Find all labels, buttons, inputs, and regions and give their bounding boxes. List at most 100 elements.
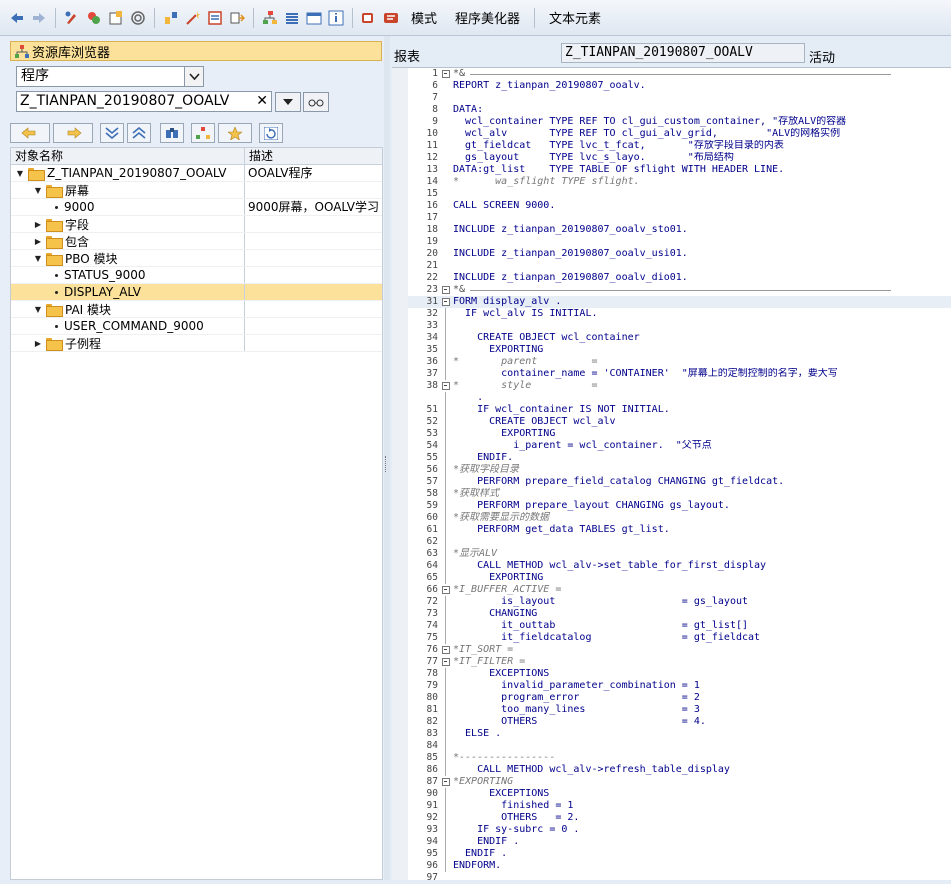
code-line[interactable]: 7 bbox=[408, 92, 951, 104]
other-object-icon[interactable] bbox=[106, 8, 126, 28]
code-line[interactable]: 54 i_parent = wcl_container. "父节点 bbox=[408, 440, 951, 452]
code-line[interactable]: 58 *获取样式 bbox=[408, 488, 951, 500]
code-line[interactable]: 60 *获取需要显示的数据 bbox=[408, 512, 951, 524]
fold-toggle-icon[interactable] bbox=[441, 284, 450, 296]
tree-row[interactable]: STATUS_9000 bbox=[11, 267, 382, 284]
code-line[interactable]: 75 it_fieldcatalog = gt_fieldcat bbox=[408, 632, 951, 644]
code-line[interactable]: 35 EXPORTING bbox=[408, 344, 951, 356]
code-line[interactable]: 36 * parent = bbox=[408, 356, 951, 368]
fold-toggle-icon[interactable] bbox=[441, 656, 450, 668]
fold-toggle-icon[interactable] bbox=[441, 68, 450, 80]
code-line[interactable]: 66 *I_BUFFER_ACTIVE = bbox=[408, 584, 951, 596]
fold-toggle-icon[interactable] bbox=[441, 296, 450, 308]
tree-node-name[interactable]: ▶ 字段 bbox=[11, 216, 245, 232]
tree-node-name[interactable]: ▼ 屏幕 bbox=[11, 182, 245, 198]
code-line[interactable]: 9 wcl_container TYPE REF TO cl_gui_custo… bbox=[408, 116, 951, 128]
triangle-right-icon[interactable]: ▶ bbox=[33, 237, 43, 246]
tree-node-name[interactable]: ▼ PBO 模块 bbox=[11, 250, 245, 266]
code-line[interactable]: 34 CREATE OBJECT wcl_container bbox=[408, 332, 951, 344]
code-line[interactable]: 57 PERFORM prepare_field_catalog CHANGIN… bbox=[408, 476, 951, 488]
tree-node-name[interactable]: USER_COMMAND_9000 bbox=[11, 318, 245, 334]
code-line[interactable]: 33 bbox=[408, 320, 951, 332]
previous-object-button[interactable] bbox=[10, 123, 50, 143]
chevron-down-icon[interactable] bbox=[184, 67, 203, 86]
triangle-right-icon[interactable]: ▶ bbox=[33, 339, 43, 348]
code-line[interactable]: 23 *& bbox=[408, 284, 951, 296]
code-line[interactable]: 64 CALL METHOD wcl_alv->set_table_for_fi… bbox=[408, 560, 951, 572]
code-line[interactable]: 80 program_error = 2 bbox=[408, 692, 951, 704]
code-line[interactable]: 86 CALL METHOD wcl_alv->refresh_table_di… bbox=[408, 764, 951, 776]
code-line[interactable]: 14 * wa_sflight TYPE sflight. bbox=[408, 176, 951, 188]
tree-node-name[interactable]: ▼ PAI 模块 bbox=[11, 301, 245, 317]
tree-row[interactable]: ▼ 屏幕 bbox=[11, 182, 382, 199]
code-line[interactable]: 97 bbox=[408, 872, 951, 884]
tree-node-name[interactable]: ▶ 包含 bbox=[11, 233, 245, 249]
text-elements-button[interactable]: 文本元素 bbox=[540, 8, 610, 27]
code-line[interactable]: 21 bbox=[408, 260, 951, 272]
tree-row[interactable]: ▶ 子例程 bbox=[11, 335, 382, 352]
code-line[interactable]: 87 *EXPORTING bbox=[408, 776, 951, 788]
code-line[interactable]: 22 INCLUDE z_tianpan_20190807_ooalv_dio01… bbox=[408, 272, 951, 284]
code-line[interactable]: 73 CHANGING bbox=[408, 608, 951, 620]
collapse-all-button[interactable] bbox=[127, 123, 151, 143]
tree-node-name[interactable]: DISPLAY_ALV bbox=[11, 284, 245, 300]
pretty-printer-icon[interactable] bbox=[381, 8, 401, 28]
tree-node-name[interactable]: ▼ Z_TIANPAN_20190807_OOALV bbox=[11, 165, 245, 181]
code-line[interactable]: 32 IF wcl_alv IS INITIAL. bbox=[408, 308, 951, 320]
code-line[interactable]: 76 *IT_SORT = bbox=[408, 644, 951, 656]
code-line[interactable]: 74 it_outtab = gt_list[] bbox=[408, 620, 951, 632]
clear-icon[interactable]: ✕ bbox=[256, 92, 268, 111]
object-type-select[interactable]: 程序 bbox=[16, 66, 204, 87]
activate-icon[interactable] bbox=[161, 8, 181, 28]
code-line[interactable]: 95 ENDIF . bbox=[408, 848, 951, 860]
code-line[interactable]: 18 INCLUDE z_tianpan_20190807_ooalv_sto01… bbox=[408, 224, 951, 236]
code-line[interactable]: . bbox=[408, 392, 951, 404]
code-line[interactable]: 31 FORM display_alv . bbox=[408, 296, 951, 308]
tree-row[interactable]: ▶ 包含 bbox=[11, 233, 382, 250]
check-icon[interactable] bbox=[128, 8, 148, 28]
code-line[interactable]: 82 OTHERS = 4. bbox=[408, 716, 951, 728]
tree-row[interactable]: ▼ PBO 模块 bbox=[11, 250, 382, 267]
fold-toggle-icon[interactable] bbox=[441, 584, 450, 596]
code-line[interactable]: 56 *获取字段目录 bbox=[408, 464, 951, 476]
code-line[interactable]: 63 *显示ALV bbox=[408, 548, 951, 560]
code-line[interactable]: 20 INCLUDE z_tianpan_20190807_ooalv_usi01… bbox=[408, 248, 951, 260]
code-line[interactable]: 92 OTHERS = 2. bbox=[408, 812, 951, 824]
fold-toggle-icon[interactable] bbox=[441, 776, 450, 788]
code-line[interactable]: 78 EXCEPTIONS bbox=[408, 668, 951, 680]
stack-icon[interactable] bbox=[282, 8, 302, 28]
insert-pattern-icon[interactable] bbox=[359, 8, 379, 28]
expand-all-button[interactable] bbox=[100, 123, 124, 143]
tree-node-name[interactable]: 9000 bbox=[11, 199, 245, 215]
code-line[interactable]: 72 is_layout = gs_layout bbox=[408, 596, 951, 608]
code-line[interactable]: 59 PERFORM prepare_layout CHANGING gs_la… bbox=[408, 500, 951, 512]
code-line[interactable]: 38 * style = bbox=[408, 380, 951, 392]
code-line[interactable]: 10 wcl_alv TYPE REF TO cl_gui_alv_grid, … bbox=[408, 128, 951, 140]
code-line[interactable]: 6 REPORT z_tianpan_20190807_ooalv. bbox=[408, 80, 951, 92]
tree-row[interactable]: ▶ 字段 bbox=[11, 216, 382, 233]
tree-row[interactable]: 9000 9000屏幕，OOALV学习 bbox=[11, 199, 382, 216]
code-line[interactable]: 15 bbox=[408, 188, 951, 200]
code-line[interactable]: 53 EXPORTING bbox=[408, 428, 951, 440]
code-line[interactable]: 90 EXCEPTIONS bbox=[408, 788, 951, 800]
display-glasses-button[interactable] bbox=[303, 92, 329, 112]
code-line[interactable]: 94 ENDIF . bbox=[408, 836, 951, 848]
fold-toggle-icon[interactable] bbox=[441, 380, 450, 392]
code-line[interactable]: 79 invalid_parameter_combination = 1 bbox=[408, 680, 951, 692]
pattern-button[interactable]: 模式 bbox=[402, 8, 446, 27]
triangle-down-icon[interactable]: ▼ bbox=[33, 305, 43, 314]
code-line[interactable]: 51 IF wcl_container IS NOT INITIAL. bbox=[408, 404, 951, 416]
hierarchy-button[interactable] bbox=[191, 123, 215, 143]
code-line[interactable]: 17 bbox=[408, 212, 951, 224]
triangle-down-icon[interactable]: ▼ bbox=[33, 186, 43, 195]
code-line[interactable]: 1 *& bbox=[408, 68, 951, 80]
code-line[interactable]: 65 EXPORTING bbox=[408, 572, 951, 584]
code-line[interactable]: 77 *IT_FILTER = bbox=[408, 656, 951, 668]
find-button[interactable] bbox=[160, 123, 184, 143]
object-name-field[interactable]: Z_TIANPAN_20190807_OOALV ✕ bbox=[16, 91, 272, 112]
object-name-dropdown-button[interactable] bbox=[275, 92, 301, 112]
column-header-description[interactable]: 描述 bbox=[245, 148, 273, 164]
tree-node-name[interactable]: STATUS_9000 bbox=[11, 267, 245, 283]
code-line[interactable]: 13 DATA:gt_list TYPE TABLE OF sflight WIT… bbox=[408, 164, 951, 176]
code-line[interactable]: 61 PERFORM get_data TABLES gt_list. bbox=[408, 524, 951, 536]
